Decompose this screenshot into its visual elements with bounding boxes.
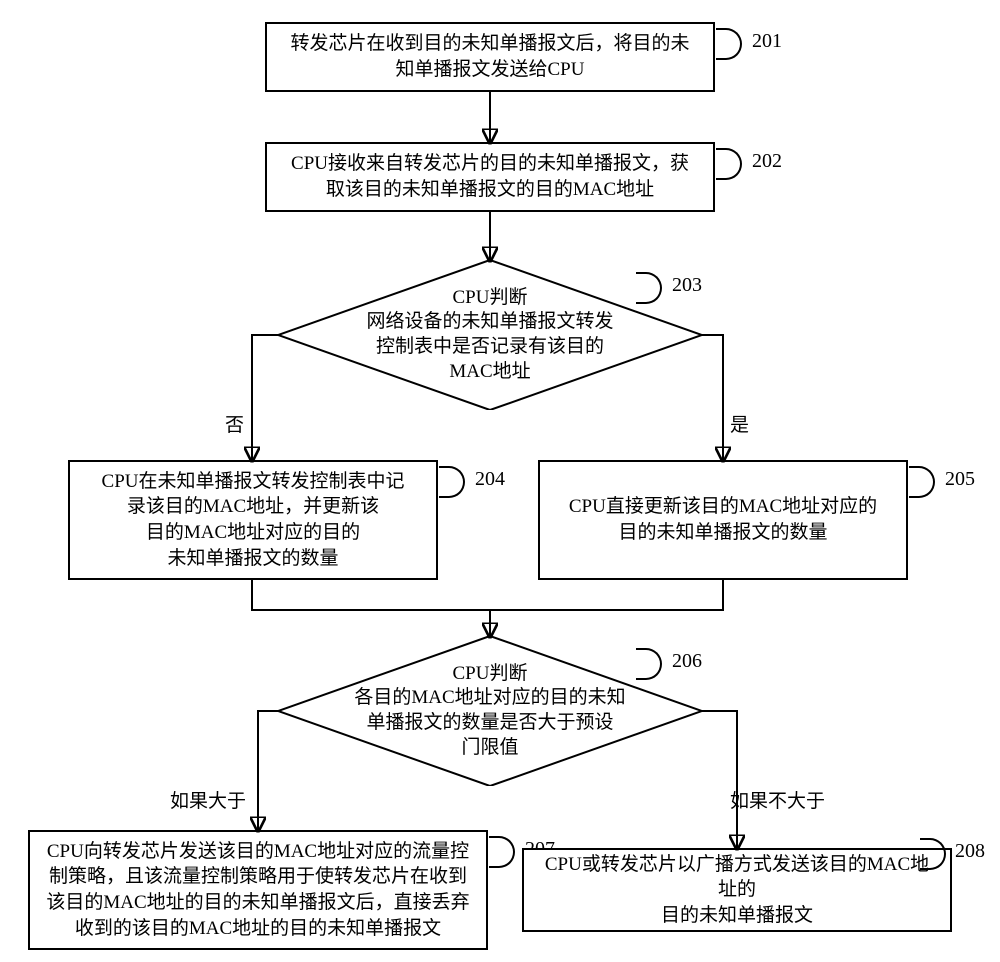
edge-203-yes: 是 xyxy=(730,410,749,437)
decision-203-text: CPU判断 网络设备的未知单播报文转发 控制表中是否记录有该目的 MAC地址 xyxy=(366,286,613,385)
node-205: CPU直接更新该目的MAC地址对应的 目的未知单播报文的数量 xyxy=(538,460,908,580)
decision-206-text: CPU判断 各目的MAC地址对应的目的未知 单播报文的数量是否大于预设 门限值 xyxy=(354,662,625,761)
label-204: 204 xyxy=(475,468,505,491)
label-201: 201 xyxy=(752,30,782,53)
node-202: CPU接收来自转发芯片的目的未知单播报文，获 取该目的未知单播报文的目的MAC地… xyxy=(265,142,715,212)
label-208: 208 xyxy=(955,840,985,863)
node-205-text: CPU直接更新该目的MAC地址对应的 目的未知单播报文的数量 xyxy=(569,494,877,545)
brace-204 xyxy=(439,466,465,498)
node-208-text: CPU或转发芯片以广播方式发送该目的MAC地址的 目的未知单播报文 xyxy=(536,852,938,929)
label-205: 205 xyxy=(945,468,975,491)
node-208: CPU或转发芯片以广播方式发送该目的MAC地址的 目的未知单播报文 xyxy=(522,848,952,932)
edge-206-gt: 如果大于 xyxy=(170,786,246,813)
edge-203-no: 否 xyxy=(225,410,244,437)
brace-202 xyxy=(716,148,742,180)
node-201-text: 转发芯片在收到目的未知单播报文后，将目的未 知单播报文发送给CPU xyxy=(290,31,689,82)
label-206: 206 xyxy=(672,650,702,673)
node-204-text: CPU在未知单播报文转发控制表中记 录该目的MAC地址，并更新该 目的MAC地址… xyxy=(102,469,405,572)
node-202-text: CPU接收来自转发芯片的目的未知单播报文，获 取该目的未知单播报文的目的MAC地… xyxy=(291,151,689,202)
node-204: CPU在未知单播报文转发控制表中记 录该目的MAC地址，并更新该 目的MAC地址… xyxy=(68,460,438,580)
brace-205 xyxy=(909,466,935,498)
label-202: 202 xyxy=(752,150,782,173)
label-203: 203 xyxy=(672,274,702,297)
brace-207 xyxy=(489,836,515,868)
node-207-text: CPU向转发芯片发送该目的MAC地址对应的流量控 制策略，且该流量控制策略用于使… xyxy=(46,839,469,942)
edge-206-le: 如果不大于 xyxy=(730,786,825,813)
node-201: 转发芯片在收到目的未知单播报文后，将目的未 知单播报文发送给CPU xyxy=(265,22,715,92)
brace-201 xyxy=(716,28,742,60)
node-207: CPU向转发芯片发送该目的MAC地址对应的流量控 制策略，且该流量控制策略用于使… xyxy=(28,830,488,950)
